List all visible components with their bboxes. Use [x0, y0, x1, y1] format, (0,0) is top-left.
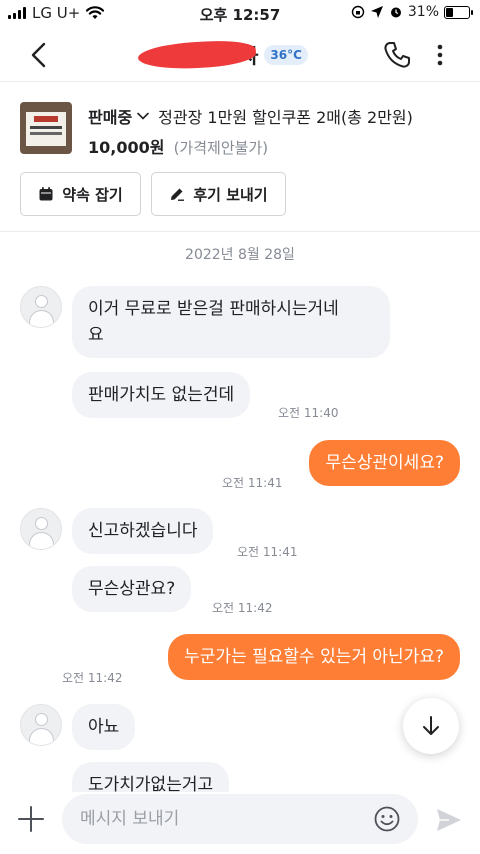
plus-icon[interactable]	[16, 804, 46, 834]
message-timestamp: 오전 11:41	[237, 545, 298, 559]
phone-icon[interactable]	[382, 40, 412, 70]
header-title: 사 36°C	[137, 38, 308, 71]
promise-button-label: 약속 잡기	[62, 185, 123, 204]
message-timestamp: 오전 11:42	[62, 671, 123, 685]
message-bubble-incoming: 신고하겠습니다	[72, 508, 214, 554]
manner-temperature-badge: 36°C	[264, 44, 308, 65]
product-title: 정관장 1만원 할인쿠폰 2매(총 2만원)	[158, 108, 413, 127]
location-icon	[370, 6, 383, 18]
back-arrow-icon[interactable]	[24, 40, 54, 70]
message-bubble-incoming: 도가치가없는거고	[72, 762, 230, 792]
status-right: 31%	[351, 4, 473, 20]
sale-status[interactable]: 판매중	[88, 104, 132, 128]
alarm-icon	[390, 7, 401, 18]
message-bubble-incoming: 판매가치도 없는건데	[72, 372, 251, 418]
more-icon[interactable]	[430, 40, 450, 70]
price-line: 10,000원 (가격제안불가)	[88, 134, 268, 158]
message-bubble-incoming: 무슨상관요?	[72, 566, 192, 612]
redacted-nickname	[137, 38, 257, 71]
message-bubble-incoming: 아뇨	[72, 704, 136, 750]
product-price: 10,000원	[88, 138, 165, 157]
scroll-to-bottom-button[interactable]	[403, 698, 459, 754]
message-bubble-incoming: 이거 무료로 받은걸 판매하시는거네 요	[72, 286, 390, 358]
message-input[interactable]	[62, 794, 418, 844]
message-text: 판매가치도 없는건데	[88, 385, 235, 405]
message-timestamp: 오전 11:40	[278, 406, 339, 420]
emoji-icon[interactable]	[373, 805, 401, 833]
price-note: (가격제안불가)	[173, 139, 269, 157]
date-divider: 2022년 8월 28일	[185, 247, 295, 263]
message-text: 무슨상관이세요?	[325, 453, 444, 473]
avatar[interactable]	[20, 508, 62, 550]
product-title-line: 판매중 정관장 1만원 할인쿠폰 2매(총 2만원)	[88, 104, 413, 128]
message-input-bar	[0, 792, 480, 854]
battery-icon	[444, 5, 473, 19]
message-timestamp: 오전 11:41	[222, 476, 283, 490]
chat-area[interactable]: 2022년 8월 28일 이거 무료로 받은걸 판매하시는거네 요 판매가치도 …	[0, 232, 480, 792]
pencil-icon	[171, 188, 185, 201]
arrow-down-icon	[423, 716, 439, 735]
message-text: 도가치가없는거고	[88, 775, 214, 792]
promise-button[interactable]: 약속 잡기	[20, 172, 141, 216]
product-thumbnail[interactable]	[20, 102, 72, 154]
status-bar: LG U+ 오후 12:57 31%	[0, 0, 480, 28]
send-review-button[interactable]: 후기 보내기	[151, 172, 286, 216]
message-bubble-outgoing: 누군가는 필요할수 있는거 아닌가요?	[168, 634, 460, 680]
message-text: 이거 무료로 받은걸 판매하시는거네	[88, 299, 339, 319]
send-icon[interactable]	[434, 805, 464, 835]
avatar[interactable]	[20, 286, 62, 328]
lock-rotation-icon	[351, 5, 365, 19]
message-bubble-outgoing: 무슨상관이세요?	[309, 440, 460, 486]
message-text: 요	[88, 325, 104, 345]
review-button-label: 후기 보내기	[193, 185, 268, 204]
battery-percent: 31%	[407, 4, 439, 20]
message-text: 아뇨	[88, 717, 120, 737]
chat-header: 사 36°C	[0, 28, 480, 82]
message-text: 신고하겠습니다	[88, 521, 198, 541]
message-text: 무슨상관요?	[88, 579, 176, 599]
chevron-down-icon[interactable]	[136, 109, 150, 123]
calendar-icon	[39, 187, 53, 201]
message-text: 누군가는 필요할수 있는거 아닌가요?	[184, 647, 444, 667]
avatar[interactable]	[20, 704, 62, 746]
message-timestamp: 오전 11:42	[212, 601, 273, 615]
battery-level	[446, 7, 453, 17]
product-summary[interactable]: 판매중 정관장 1만원 할인쿠폰 2매(총 2만원) 10,000원 (가격제안…	[0, 82, 480, 232]
